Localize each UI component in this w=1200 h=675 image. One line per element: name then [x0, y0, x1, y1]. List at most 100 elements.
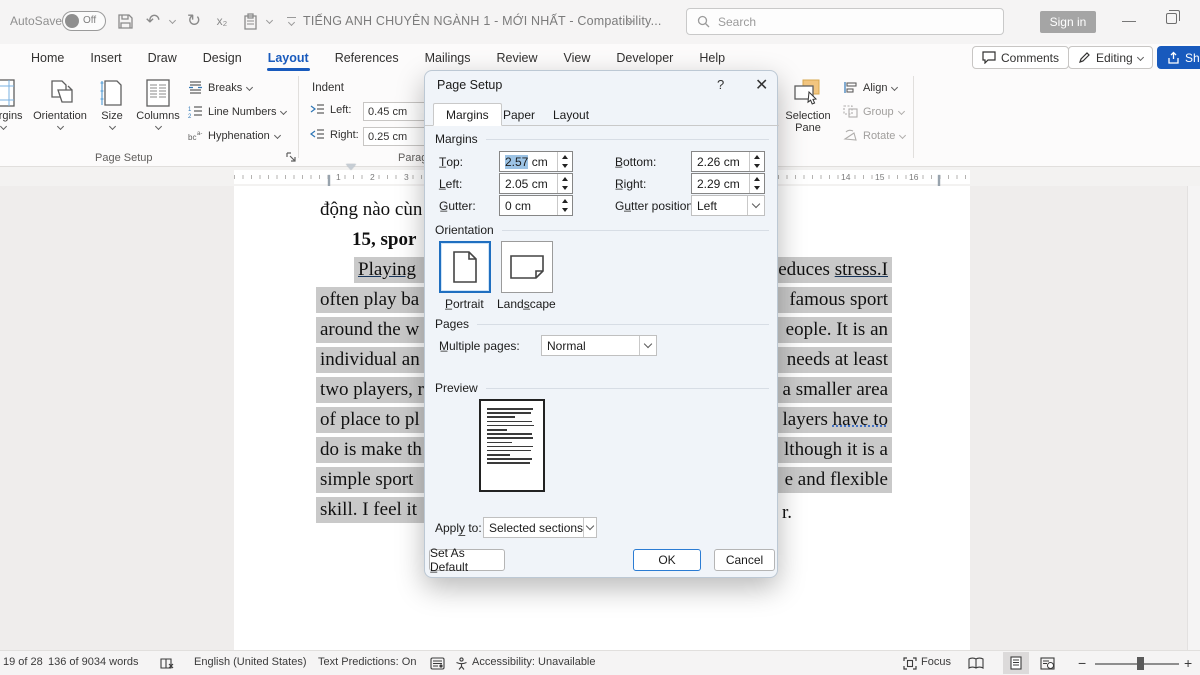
dialog-tab-layout[interactable]: Layout: [541, 103, 601, 126]
bottom-margin-spinner[interactable]: [749, 152, 764, 171]
align-button[interactable]: Align: [843, 81, 897, 94]
page-setup-dialog-launcher[interactable]: [286, 152, 298, 164]
tab-insert[interactable]: Insert: [77, 44, 134, 72]
set-as-default-button[interactable]: Set As D̲efault: [429, 549, 505, 571]
ok-button[interactable]: OK: [633, 549, 701, 571]
undo-icon[interactable]: ↶: [142, 10, 164, 32]
focus-label[interactable]: Focus: [921, 656, 951, 668]
sign-in-button[interactable]: Sign in: [1040, 11, 1096, 33]
top-margin-field[interactable]: 2.57 cm: [499, 151, 573, 172]
tab-draw[interactable]: Draw: [135, 44, 190, 72]
portrait-option[interactable]: [439, 241, 491, 293]
ruler-number: 3: [402, 172, 411, 182]
text-predictions-indicator[interactable]: Text Predictions: On: [318, 656, 416, 668]
indent-left-field[interactable]: 0.45 cm: [363, 102, 429, 121]
tab-developer[interactable]: Developer: [603, 44, 686, 72]
right-margin-spinner[interactable]: [749, 174, 764, 193]
apply-to-dropdown[interactable]: Selected sections: [483, 517, 597, 538]
web-layout-icon[interactable]: [1040, 657, 1055, 670]
search-input[interactable]: [718, 15, 968, 29]
doc-text-line: educes stress.I: [774, 257, 892, 283]
doc-text-line: individual an: [316, 347, 432, 373]
vertical-scrollbar[interactable]: [1187, 186, 1200, 650]
print-layout-icon[interactable]: [1003, 652, 1029, 674]
top-margin-spinner[interactable]: [557, 152, 572, 171]
dropdown-chevron-icon[interactable]: [583, 518, 596, 537]
customize-qat-icon[interactable]: [280, 10, 302, 32]
tab-mailings[interactable]: Mailings: [412, 44, 484, 72]
landscape-option[interactable]: [501, 241, 553, 293]
tab-review[interactable]: Review: [483, 44, 550, 72]
line-numbers-chevron-icon: [280, 108, 287, 115]
line-numbers-button[interactable]: 12 Line Numbers: [188, 105, 286, 118]
doc-text-line: 15, spor: [352, 227, 416, 253]
search-box[interactable]: [686, 8, 1004, 35]
accessibility-status[interactable]: Accessibility: Unavailable: [472, 656, 596, 668]
dropdown-chevron-icon[interactable]: [747, 196, 764, 215]
landscape-page-icon: [509, 254, 545, 280]
columns-button[interactable]: Columns: [132, 78, 184, 129]
redo-icon[interactable]: ↻: [183, 10, 205, 32]
left-margin-field[interactable]: 2.05 cm: [499, 173, 573, 194]
word-count[interactable]: 136 of 9034 words: [48, 656, 139, 668]
group-button[interactable]: Group: [843, 105, 904, 118]
editing-button[interactable]: Editing: [1068, 46, 1153, 69]
hyphenation-button[interactable]: bca- Hyphenation: [188, 129, 280, 142]
tab-design[interactable]: Design: [190, 44, 255, 72]
dialog-tab-margins[interactable]: Margins: [433, 103, 502, 126]
comments-button[interactable]: Comments: [972, 46, 1069, 69]
rotate-chevron-icon: [899, 132, 906, 139]
undo-chevron-icon[interactable]: [169, 16, 176, 23]
cancel-button[interactable]: Cancel: [714, 549, 775, 571]
ruler-number: 16: [907, 172, 920, 182]
focus-icon[interactable]: [903, 657, 917, 670]
save-icon[interactable]: [114, 10, 136, 32]
zoom-out-icon[interactable]: −: [1078, 655, 1086, 671]
gutter-field[interactable]: 0 cm: [499, 195, 573, 216]
paste-icon[interactable]: [239, 10, 261, 32]
share-button[interactable]: Share: [1157, 46, 1200, 69]
comment-icon: [982, 51, 996, 64]
paste-chevron-icon[interactable]: [266, 16, 273, 23]
indent-right-field[interactable]: 0.25 cm: [363, 127, 429, 146]
page-setup-group-label: Page Setup: [95, 152, 153, 164]
gutter-spinner[interactable]: [557, 196, 572, 215]
gutter-position-dropdown[interactable]: Left: [691, 195, 765, 216]
dialog-help-icon[interactable]: ?: [717, 77, 724, 92]
bottom-margin-field[interactable]: 2.26 cm: [691, 151, 765, 172]
tab-layout[interactable]: Layout: [255, 44, 322, 72]
proofing-errors-icon[interactable]: [160, 657, 175, 670]
status-bar: 19 of 28 136 of 9034 words English (Unit…: [0, 650, 1200, 675]
page-indicator[interactable]: 19 of 28: [3, 656, 43, 668]
selection-pane-button[interactable]: Selection Pane: [781, 78, 835, 134]
right-margin-label: R̲ight:: [615, 177, 646, 191]
tab-references[interactable]: References: [322, 44, 412, 72]
autosave-toggle[interactable]: Off: [62, 11, 106, 31]
dialog-close-icon[interactable]: ✕: [755, 75, 768, 95]
tab-view[interactable]: View: [550, 44, 603, 72]
autosave-state: Off: [83, 15, 96, 26]
size-button[interactable]: Size: [92, 78, 132, 129]
language-indicator[interactable]: English (United States): [194, 656, 307, 668]
text-predictions-icon[interactable]: [430, 657, 445, 670]
left-margin-spinner[interactable]: [557, 174, 572, 193]
tab-home[interactable]: Home: [18, 44, 77, 72]
dropdown-chevron-icon[interactable]: [639, 336, 656, 355]
zoom-in-icon[interactable]: +: [1184, 655, 1192, 671]
minimize-icon[interactable]: —: [1122, 12, 1136, 28]
subscript-icon[interactable]: x₂: [211, 10, 233, 32]
zoom-slider-handle[interactable]: [1137, 657, 1144, 670]
read-mode-icon[interactable]: [968, 657, 984, 670]
multiple-pages-dropdown[interactable]: Normal: [541, 335, 657, 356]
tab-help[interactable]: Help: [686, 44, 738, 72]
restore-window-icon[interactable]: [1166, 13, 1177, 24]
bottom-margin-label: B̲ottom:: [615, 155, 656, 169]
rotate-button[interactable]: Rotate: [843, 129, 905, 142]
accessibility-icon[interactable]: [455, 657, 468, 670]
orientation-button[interactable]: Orientation: [28, 78, 92, 129]
svg-text:bc: bc: [188, 133, 196, 142]
breaks-button[interactable]: Breaks: [188, 81, 252, 94]
right-margin-field[interactable]: 2.29 cm: [691, 173, 765, 194]
svg-text:a-: a-: [197, 131, 202, 137]
search-icon: [697, 15, 710, 28]
